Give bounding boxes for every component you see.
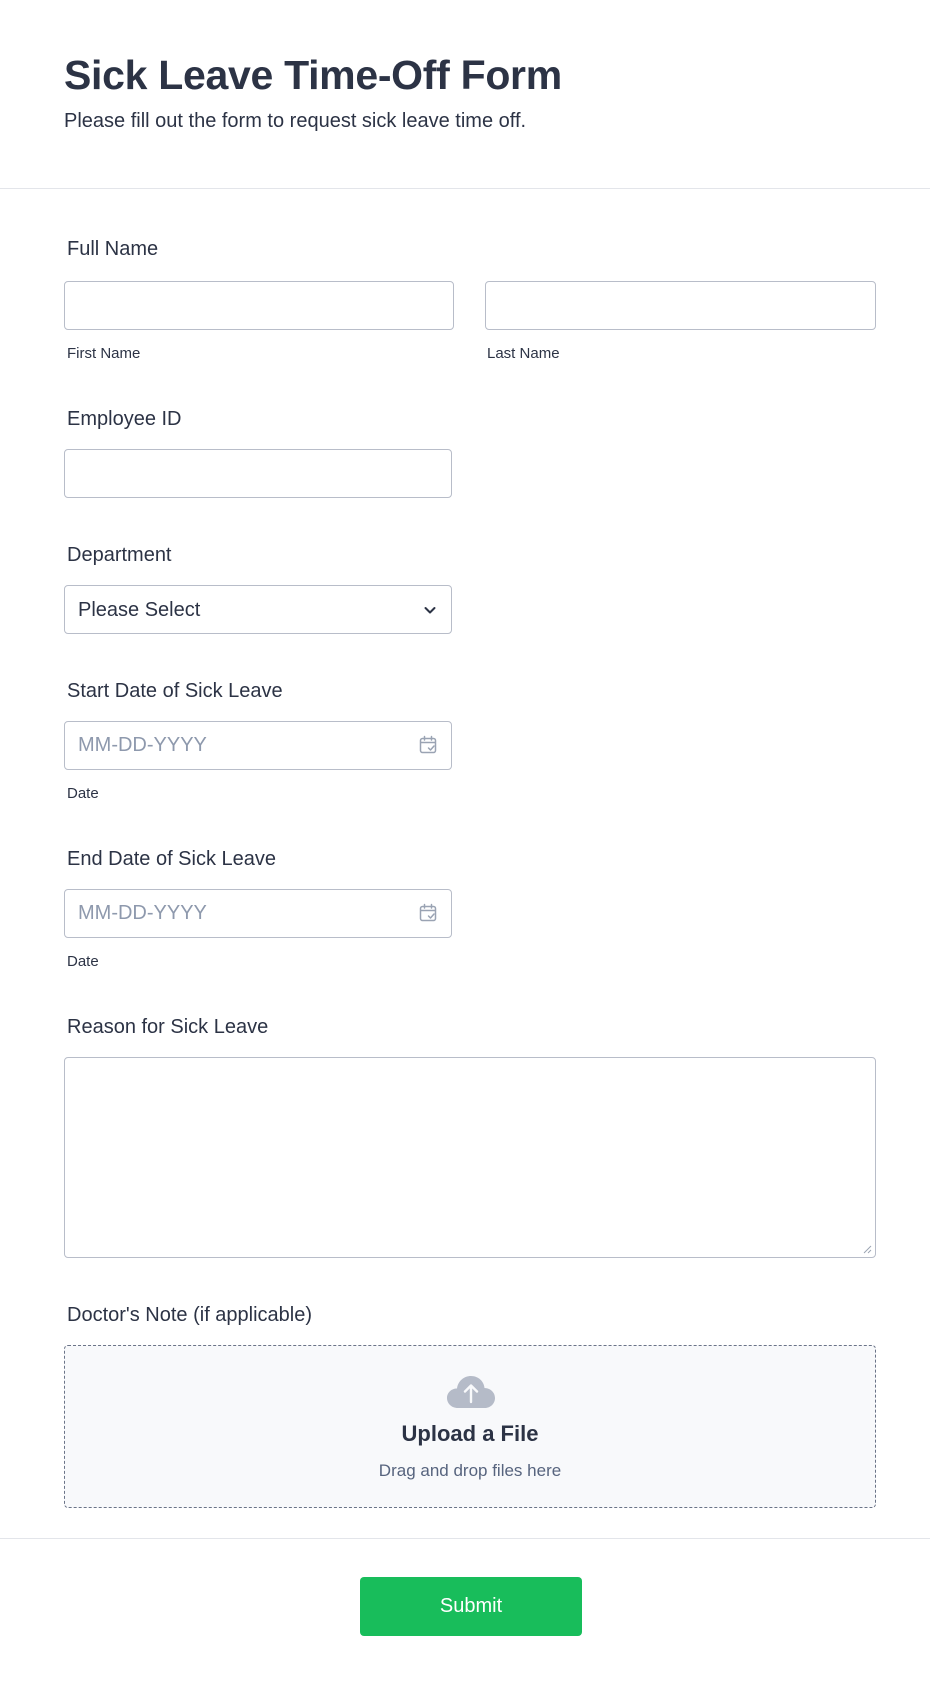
department-selected-value: Please Select bbox=[78, 599, 201, 621]
last-name-sublabel: Last Name bbox=[487, 345, 560, 362]
form-title: Sick Leave Time-Off Form bbox=[64, 52, 562, 98]
start-date-input[interactable] bbox=[64, 721, 452, 770]
last-name-input[interactable] bbox=[485, 281, 876, 330]
footer-divider bbox=[0, 1538, 930, 1539]
cloud-upload-icon bbox=[447, 1376, 495, 1408]
end-date-input[interactable] bbox=[64, 889, 452, 938]
first-name-input[interactable] bbox=[64, 281, 454, 330]
resize-grip-icon[interactable] bbox=[862, 1244, 872, 1254]
calendar-icon[interactable] bbox=[418, 735, 438, 755]
chevron-down-icon bbox=[424, 607, 436, 614]
start-date-label: Start Date of Sick Leave bbox=[67, 680, 283, 702]
form-subtitle: Please fill out the form to request sick… bbox=[64, 110, 527, 132]
department-select[interactable]: Please Select bbox=[64, 585, 452, 634]
reason-textarea[interactable] bbox=[64, 1057, 876, 1258]
doctors-note-label: Doctor's Note (if applicable) bbox=[67, 1304, 313, 1326]
start-date-sublabel: Date bbox=[67, 785, 99, 802]
first-name-sublabel: First Name bbox=[67, 345, 141, 362]
upload-subtitle: Drag and drop files here bbox=[378, 1461, 562, 1480]
calendar-icon[interactable] bbox=[418, 903, 438, 923]
end-date-label: End Date of Sick Leave bbox=[67, 848, 277, 870]
file-upload-dropzone[interactable]: Upload a File Drag and drop files here bbox=[64, 1345, 876, 1508]
end-date-field bbox=[64, 889, 452, 938]
employee-id-input[interactable] bbox=[64, 449, 452, 498]
submit-button[interactable]: Submit bbox=[360, 1577, 582, 1636]
full-name-label: Full Name bbox=[67, 238, 159, 260]
department-label: Department bbox=[67, 544, 172, 566]
employee-id-label: Employee ID bbox=[67, 408, 182, 430]
reason-label: Reason for Sick Leave bbox=[67, 1016, 269, 1038]
form-header: Sick Leave Time-Off Form Please fill out… bbox=[0, 0, 930, 189]
upload-title: Upload a File bbox=[401, 1421, 539, 1446]
start-date-field bbox=[64, 721, 452, 770]
end-date-sublabel: Date bbox=[67, 953, 99, 970]
